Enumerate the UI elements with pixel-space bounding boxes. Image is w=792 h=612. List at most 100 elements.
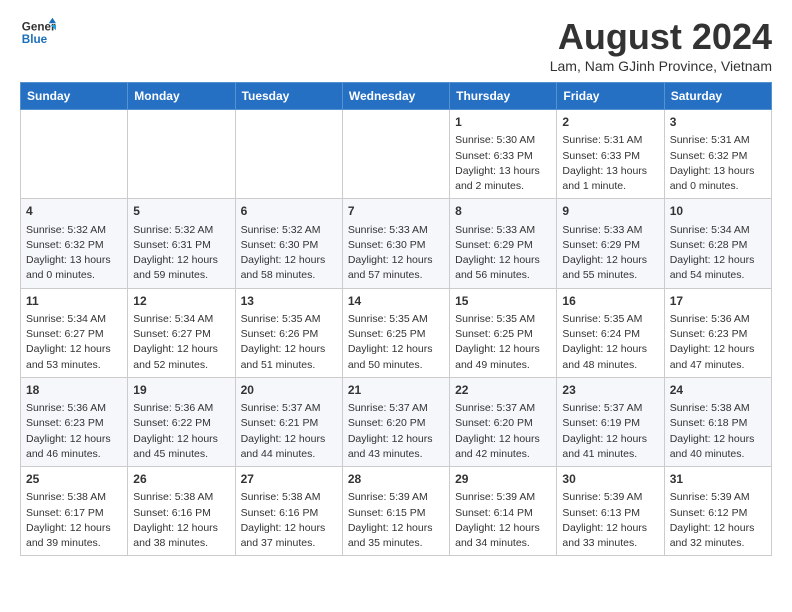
- cell-text: Daylight: 12 hours: [670, 432, 766, 447]
- cell-text: Sunset: 6:32 PM: [670, 149, 766, 164]
- day-number: 22: [455, 382, 551, 399]
- day-number: 31: [670, 471, 766, 488]
- cell-text: Sunset: 6:31 PM: [133, 238, 229, 253]
- cell-text: and 59 minutes.: [133, 268, 229, 283]
- cell-text: and 35 minutes.: [348, 536, 444, 551]
- cell-text: Sunrise: 5:39 AM: [455, 490, 551, 505]
- cell-text: Sunrise: 5:34 AM: [26, 312, 122, 327]
- day-number: 17: [670, 293, 766, 310]
- calendar-cell: 21Sunrise: 5:37 AMSunset: 6:20 PMDayligh…: [342, 377, 449, 466]
- cell-text: Sunrise: 5:36 AM: [670, 312, 766, 327]
- calendar-cell: 14Sunrise: 5:35 AMSunset: 6:25 PMDayligh…: [342, 288, 449, 377]
- header-sunday: Sunday: [21, 83, 128, 110]
- cell-text: Sunset: 6:33 PM: [455, 149, 551, 164]
- cell-text: Sunset: 6:21 PM: [241, 416, 337, 431]
- day-number: 12: [133, 293, 229, 310]
- cell-text: Sunset: 6:27 PM: [133, 327, 229, 342]
- cell-text: Sunrise: 5:39 AM: [348, 490, 444, 505]
- cell-text: and 32 minutes.: [670, 536, 766, 551]
- cell-text: Daylight: 12 hours: [241, 521, 337, 536]
- cell-text: and 44 minutes.: [241, 447, 337, 462]
- calendar-cell: 19Sunrise: 5:36 AMSunset: 6:22 PMDayligh…: [128, 377, 235, 466]
- cell-text: Sunset: 6:26 PM: [241, 327, 337, 342]
- day-number: 25: [26, 471, 122, 488]
- day-number: 13: [241, 293, 337, 310]
- cell-text: Daylight: 12 hours: [455, 521, 551, 536]
- cell-text: and 51 minutes.: [241, 358, 337, 373]
- calendar-cell: 5Sunrise: 5:32 AMSunset: 6:31 PMDaylight…: [128, 199, 235, 288]
- logo-icon: General Blue: [20, 16, 56, 52]
- calendar-cell: 28Sunrise: 5:39 AMSunset: 6:15 PMDayligh…: [342, 467, 449, 556]
- day-number: 16: [562, 293, 658, 310]
- cell-text: and 52 minutes.: [133, 358, 229, 373]
- cell-text: Sunrise: 5:37 AM: [241, 401, 337, 416]
- cell-text: Daylight: 12 hours: [26, 342, 122, 357]
- calendar-cell: [21, 110, 128, 199]
- day-number: 9: [562, 203, 658, 220]
- cell-text: Daylight: 12 hours: [348, 253, 444, 268]
- cell-text: Sunrise: 5:30 AM: [455, 133, 551, 148]
- cell-text: Sunrise: 5:33 AM: [562, 223, 658, 238]
- calendar-cell: 17Sunrise: 5:36 AMSunset: 6:23 PMDayligh…: [664, 288, 771, 377]
- cell-text: Sunset: 6:29 PM: [562, 238, 658, 253]
- cell-text: and 40 minutes.: [670, 447, 766, 462]
- day-number: 3: [670, 114, 766, 131]
- calendar-header-row: SundayMondayTuesdayWednesdayThursdayFrid…: [21, 83, 772, 110]
- day-number: 27: [241, 471, 337, 488]
- calendar-cell: 25Sunrise: 5:38 AMSunset: 6:17 PMDayligh…: [21, 467, 128, 556]
- cell-text: Sunrise: 5:33 AM: [455, 223, 551, 238]
- cell-text: Sunrise: 5:32 AM: [26, 223, 122, 238]
- calendar-cell: 11Sunrise: 5:34 AMSunset: 6:27 PMDayligh…: [21, 288, 128, 377]
- day-number: 19: [133, 382, 229, 399]
- day-number: 10: [670, 203, 766, 220]
- page-subtitle: Lam, Nam GJinh Province, Vietnam: [550, 58, 772, 74]
- cell-text: Daylight: 12 hours: [348, 432, 444, 447]
- cell-text: and 34 minutes.: [455, 536, 551, 551]
- cell-text: and 47 minutes.: [670, 358, 766, 373]
- day-number: 14: [348, 293, 444, 310]
- calendar-cell: 9Sunrise: 5:33 AMSunset: 6:29 PMDaylight…: [557, 199, 664, 288]
- cell-text: Sunrise: 5:35 AM: [241, 312, 337, 327]
- cell-text: and 1 minute.: [562, 179, 658, 194]
- cell-text: Daylight: 12 hours: [133, 521, 229, 536]
- cell-text: Sunset: 6:17 PM: [26, 506, 122, 521]
- cell-text: Sunset: 6:13 PM: [562, 506, 658, 521]
- calendar-cell: 18Sunrise: 5:36 AMSunset: 6:23 PMDayligh…: [21, 377, 128, 466]
- calendar-cell: 15Sunrise: 5:35 AMSunset: 6:25 PMDayligh…: [450, 288, 557, 377]
- cell-text: and 57 minutes.: [348, 268, 444, 283]
- header-wednesday: Wednesday: [342, 83, 449, 110]
- cell-text: Sunrise: 5:35 AM: [348, 312, 444, 327]
- cell-text: Sunset: 6:20 PM: [455, 416, 551, 431]
- calendar-cell: 1Sunrise: 5:30 AMSunset: 6:33 PMDaylight…: [450, 110, 557, 199]
- cell-text: Sunset: 6:16 PM: [241, 506, 337, 521]
- cell-text: Daylight: 12 hours: [670, 521, 766, 536]
- calendar-cell: 30Sunrise: 5:39 AMSunset: 6:13 PMDayligh…: [557, 467, 664, 556]
- cell-text: Daylight: 12 hours: [26, 521, 122, 536]
- week-row-1: 1Sunrise: 5:30 AMSunset: 6:33 PMDaylight…: [21, 110, 772, 199]
- cell-text: Sunset: 6:18 PM: [670, 416, 766, 431]
- cell-text: Sunset: 6:29 PM: [455, 238, 551, 253]
- calendar-cell: 20Sunrise: 5:37 AMSunset: 6:21 PMDayligh…: [235, 377, 342, 466]
- cell-text: Sunrise: 5:35 AM: [562, 312, 658, 327]
- cell-text: Sunset: 6:19 PM: [562, 416, 658, 431]
- cell-text: Daylight: 12 hours: [670, 342, 766, 357]
- calendar-cell: 27Sunrise: 5:38 AMSunset: 6:16 PMDayligh…: [235, 467, 342, 556]
- cell-text: Sunrise: 5:33 AM: [348, 223, 444, 238]
- cell-text: Sunset: 6:30 PM: [348, 238, 444, 253]
- day-number: 6: [241, 203, 337, 220]
- cell-text: Sunrise: 5:36 AM: [133, 401, 229, 416]
- cell-text: Sunset: 6:25 PM: [348, 327, 444, 342]
- cell-text: and 54 minutes.: [670, 268, 766, 283]
- cell-text: and 53 minutes.: [26, 358, 122, 373]
- calendar-cell: 22Sunrise: 5:37 AMSunset: 6:20 PMDayligh…: [450, 377, 557, 466]
- cell-text: and 48 minutes.: [562, 358, 658, 373]
- cell-text: and 49 minutes.: [455, 358, 551, 373]
- cell-text: and 50 minutes.: [348, 358, 444, 373]
- cell-text: Sunset: 6:15 PM: [348, 506, 444, 521]
- cell-text: Sunset: 6:22 PM: [133, 416, 229, 431]
- day-number: 7: [348, 203, 444, 220]
- header-saturday: Saturday: [664, 83, 771, 110]
- calendar-table: SundayMondayTuesdayWednesdayThursdayFrid…: [20, 82, 772, 556]
- cell-text: Sunrise: 5:37 AM: [348, 401, 444, 416]
- cell-text: and 45 minutes.: [133, 447, 229, 462]
